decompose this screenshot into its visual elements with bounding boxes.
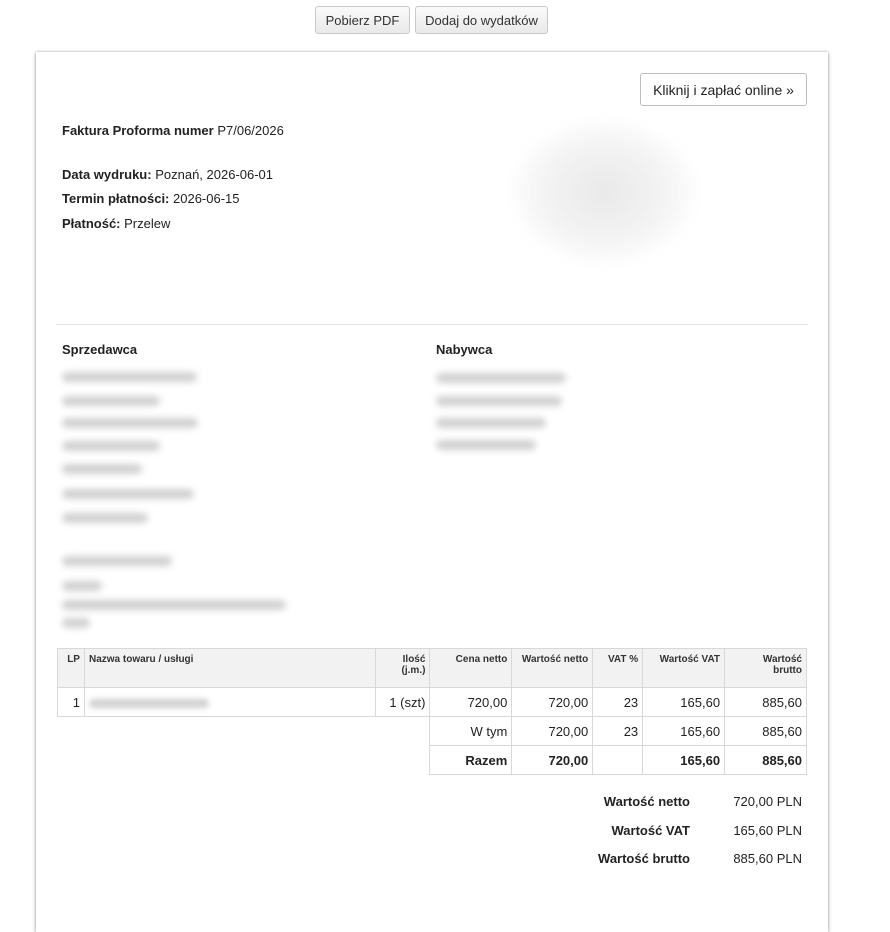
- subtotal-label: W tym: [429, 716, 513, 746]
- header-quantity: Ilość (j.m.): [374, 648, 431, 688]
- summary-vat-value: 165,60 PLN: [733, 823, 802, 838]
- header-vat-value: Wartość VAT: [642, 648, 726, 688]
- header-gross-value: Wartość brutto: [724, 648, 807, 688]
- total-vat-value: 165,60: [642, 745, 726, 775]
- cell-quantity: 1 (szt): [374, 687, 431, 717]
- subtotal-gross-value: 885,60: [724, 716, 807, 746]
- due-date: Termin płatności: 2026-06-15: [62, 191, 240, 206]
- invoice-title-label: Faktura Proforma numer: [62, 123, 214, 138]
- header-lp: LP: [57, 648, 85, 688]
- summary-net: Wartość netto 720,00 PLN: [36, 794, 828, 814]
- seller-title: Sprzedawca: [62, 342, 138, 357]
- payment-method-value: Przelew: [124, 216, 171, 231]
- invoice-document: Kliknij i zapłać online » Faktura Profor…: [36, 52, 828, 932]
- total-net-value: 720,00: [511, 745, 594, 775]
- summary-vat-label: Wartość VAT: [611, 823, 691, 838]
- table-row: 1 1 (szt) 720,00 720,00 23 165,60 885,60: [57, 687, 807, 717]
- add-to-expenses-button[interactable]: Dodaj do wydatków: [415, 6, 548, 34]
- cell-net-value: 720,00: [511, 687, 594, 717]
- buyer-title: Nabywca: [436, 342, 493, 357]
- total-vat-rate: [592, 745, 644, 775]
- print-date-value: Poznań, 2026-06-01: [155, 167, 274, 182]
- invoice-number: P7/06/2026: [217, 123, 284, 138]
- download-pdf-button[interactable]: Pobierz PDF: [315, 6, 410, 34]
- pay-online-button[interactable]: Kliknij i zapłać online »: [640, 73, 807, 106]
- summary-gross-label: Wartość brutto: [598, 851, 690, 866]
- payment-method: Płatność: Przelew: [62, 216, 170, 231]
- cell-item-name-redacted: [83, 687, 376, 717]
- print-date: Data wydruku: Poznań, 2026-06-01: [62, 167, 273, 182]
- section-divider: [56, 324, 808, 325]
- header-net-value: Wartość netto: [511, 648, 594, 688]
- total-label: Razem: [429, 745, 513, 775]
- summary-vat: Wartość VAT 165,60 PLN: [36, 823, 828, 843]
- print-date-label: Data wydruku:: [62, 167, 152, 182]
- cell-vat-value: 165,60: [642, 687, 726, 717]
- header-net-price: Cena netto: [429, 648, 513, 688]
- subtotal-net-value: 720,00: [511, 716, 594, 746]
- company-logo: [514, 122, 694, 262]
- cell-net-price: 720,00: [429, 687, 513, 717]
- summary-gross: Wartość brutto 885,60 PLN: [36, 851, 828, 871]
- cell-gross-value: 885,60: [724, 687, 807, 717]
- subtotal-vat-value: 165,60: [642, 716, 726, 746]
- summary-net-label: Wartość netto: [603, 794, 690, 809]
- invoice-title: Faktura Proforma numer P7/06/2026: [62, 123, 284, 138]
- total-gross-value: 885,60: [724, 745, 807, 775]
- subtotal-row: W tym 720,00 23 165,60 885,60: [58, 716, 807, 746]
- summary-gross-value: 885,60 PLN: [733, 851, 802, 866]
- header-item-name: Nazwa towaru / usługi: [83, 648, 376, 688]
- total-row: Razem 720,00 165,60 885,60: [58, 745, 807, 775]
- items-table: LP Nazwa towaru / usługi Ilość (j.m.) Cen…: [57, 648, 807, 775]
- subtotal-vat-rate: 23: [592, 716, 644, 746]
- cell-vat-rate: 23: [592, 687, 644, 717]
- table-header-row: LP Nazwa towaru / usługi Ilość (j.m.) Cen…: [57, 648, 807, 688]
- summary-net-value: 720,00 PLN: [733, 794, 802, 809]
- top-toolbar: Pobierz PDF Dodaj do wydatków: [0, 6, 890, 36]
- payment-method-label: Płatność:: [62, 216, 121, 231]
- due-date-value: 2026-06-15: [173, 191, 240, 206]
- due-date-label: Termin płatności:: [62, 191, 170, 206]
- cell-lp: 1: [57, 687, 85, 717]
- header-vat-rate: VAT %: [592, 648, 644, 688]
